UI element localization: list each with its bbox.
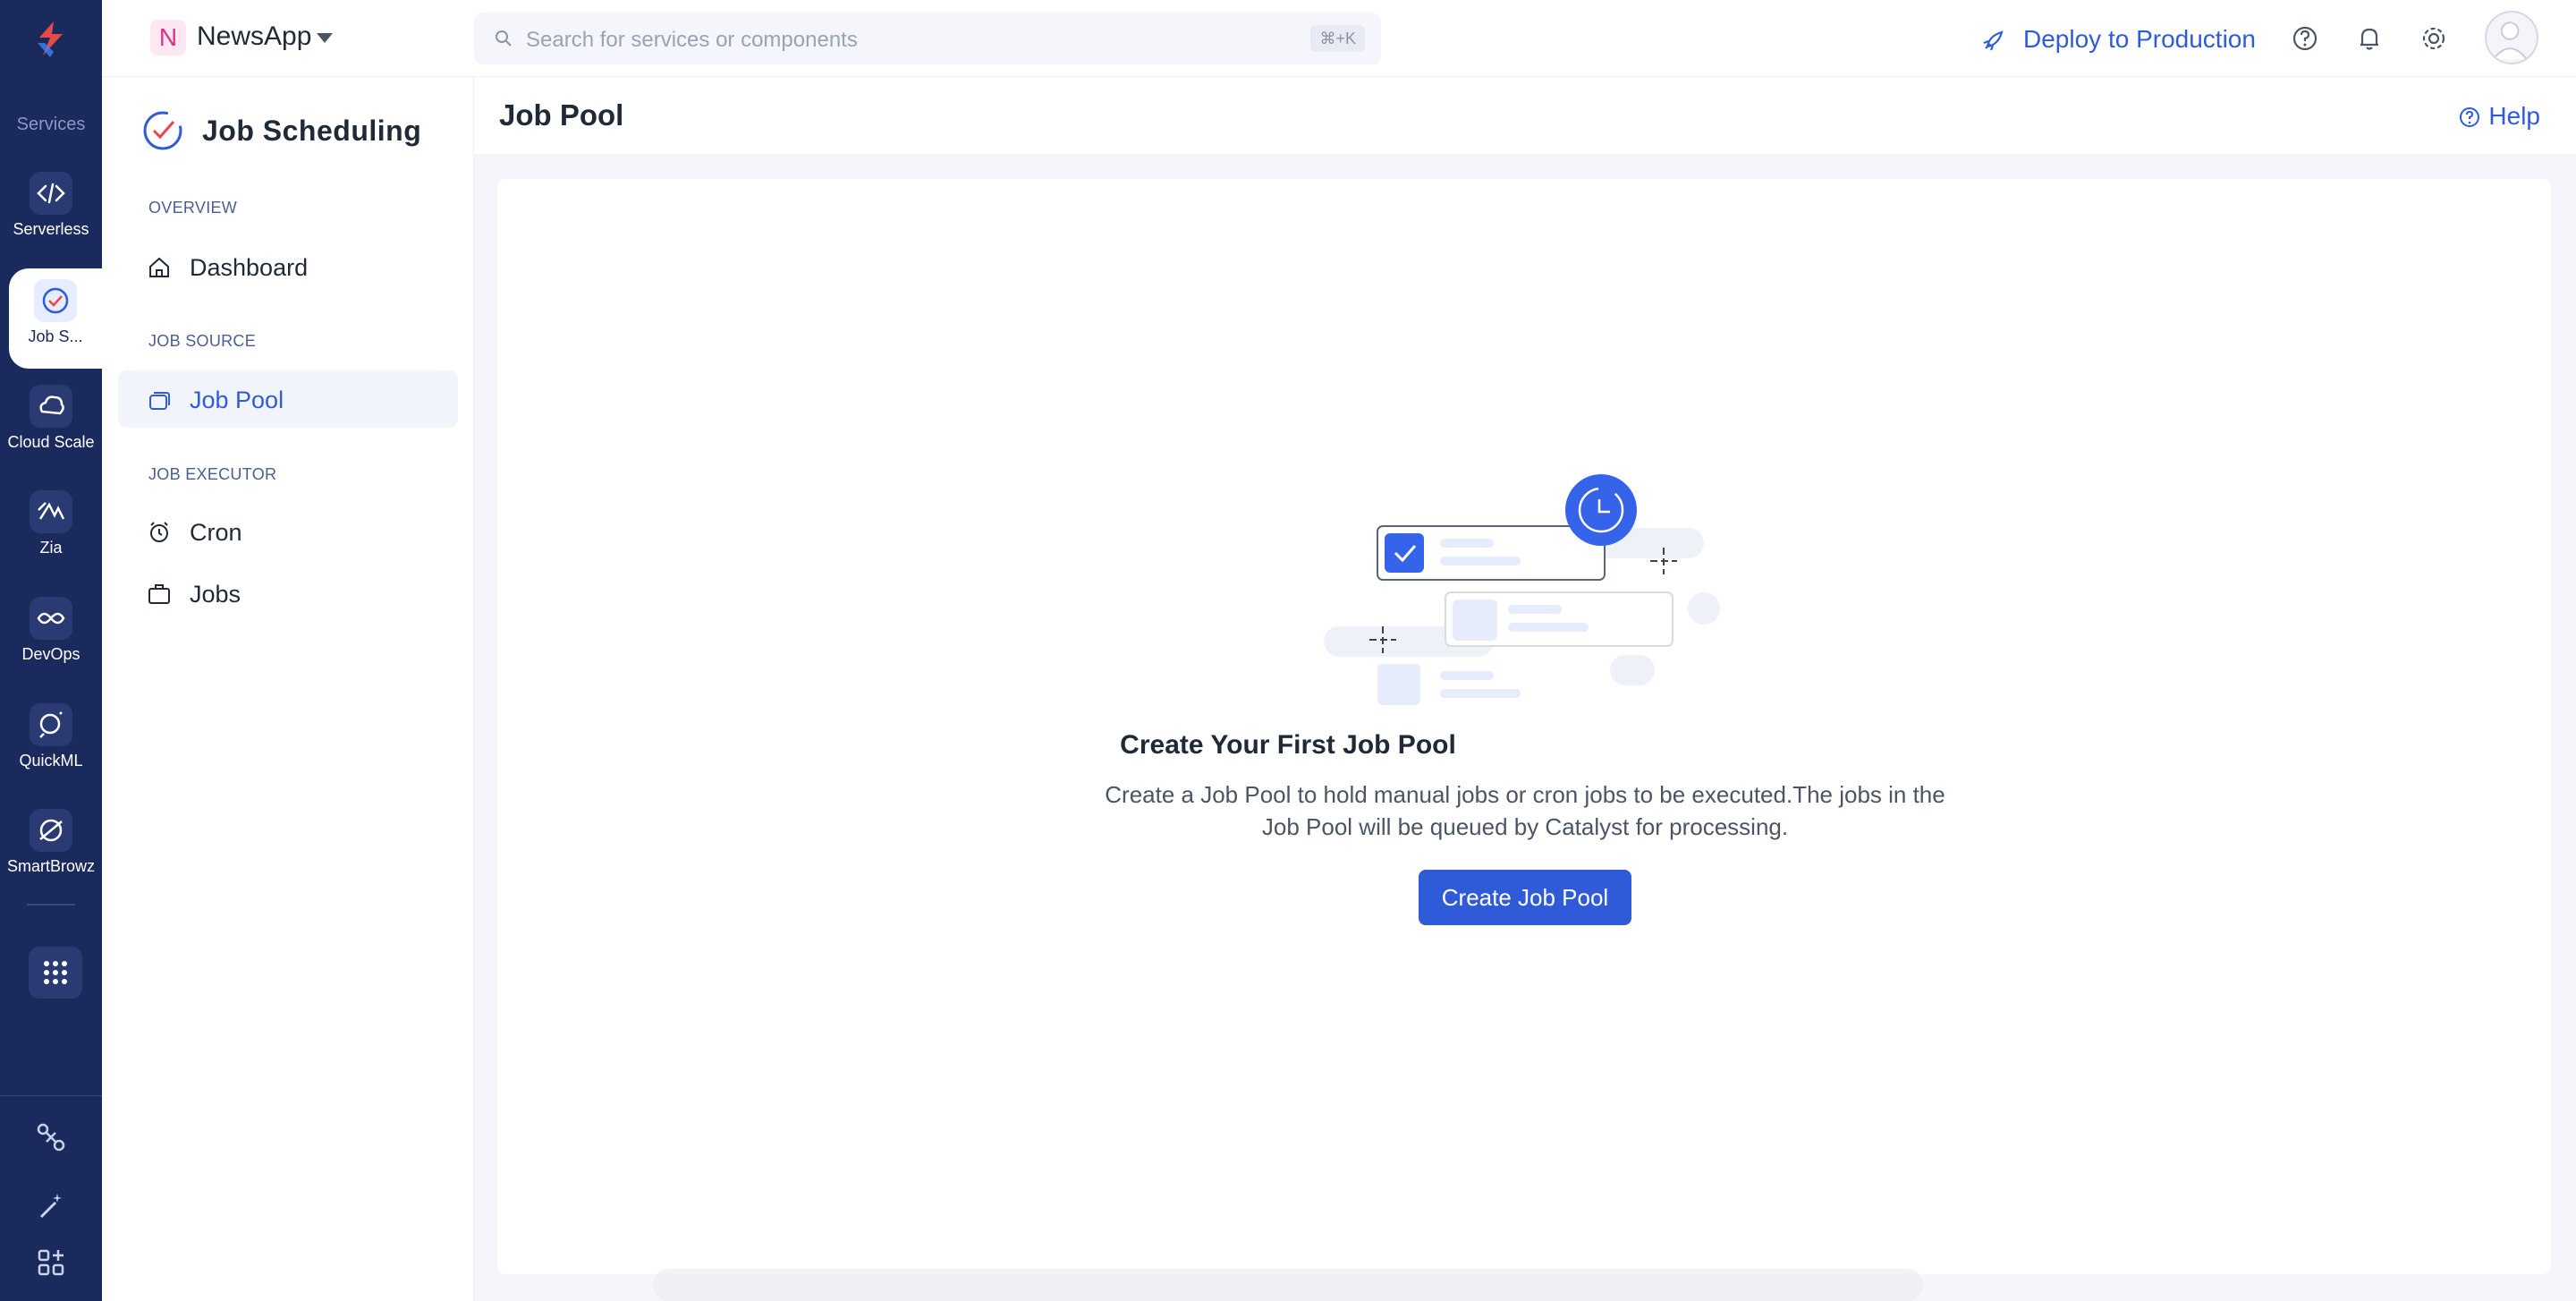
help-label: Help (2488, 102, 2540, 130)
rocket-icon (1983, 30, 2004, 51)
user-avatar-icon (2492, 21, 2528, 60)
section-label-overview: OVERVIEW (148, 199, 238, 217)
smartbrowz-icon (30, 809, 72, 852)
help-link[interactable]: Help (2460, 102, 2540, 131)
services-label: Services (16, 115, 86, 134)
rail-item-label: Zia (39, 539, 63, 557)
search-icon (496, 30, 512, 47)
section-label-job-executor: JOB EXECUTOR (148, 465, 277, 483)
job-scheduling-icon (143, 111, 182, 150)
job-scheduling-icon (34, 279, 77, 322)
integrations-icon[interactable] (34, 1120, 68, 1154)
cloud-scale-icon (30, 385, 72, 428)
sidebar-item-label: Job Pool (190, 387, 284, 413)
sidebar-item-label: Dashboard (190, 254, 309, 281)
avatar[interactable] (2485, 11, 2538, 64)
briefcase-icon (148, 584, 170, 604)
bottom-shadow (653, 1269, 1923, 1301)
catalyst-logo-icon[interactable] (27, 16, 75, 64)
sidebar-item-label: Cron (190, 519, 242, 546)
rail-item-zia[interactable]: Zia (0, 480, 102, 580)
empty-state-card (497, 179, 2551, 1274)
empty-state-description-line: Job Pool will be queued by Catalyst for … (1261, 813, 1789, 840)
empty-state-description: Create a Job Pool to hold manual jobs or… (1073, 778, 1977, 843)
serverless-icon (30, 172, 72, 215)
rail-divider (27, 904, 75, 906)
all-services-button[interactable] (29, 947, 82, 999)
section-label-job-source: JOB SOURCE (148, 332, 257, 350)
rail-item-job-scheduling[interactable]: Job S... (9, 268, 102, 369)
devops-icon (30, 597, 72, 640)
job-pool-icon (149, 392, 170, 410)
page-header: Job Pool Help (474, 77, 2576, 154)
sidebar-item-cron[interactable]: Cron (118, 503, 458, 560)
project-name[interactable]: NewsApp (197, 21, 311, 52)
grid-icon (44, 961, 67, 984)
caret-down-icon[interactable] (317, 33, 333, 43)
gear-icon[interactable] (2419, 23, 2449, 54)
deploy-to-production-button[interactable]: Deploy to Production (1980, 21, 2256, 57)
bell-icon[interactable] (2354, 23, 2385, 54)
page-title: Job Pool (499, 98, 624, 132)
sidebar-item-dashboard[interactable]: Dashboard (118, 238, 458, 295)
sidebar-item-jobs[interactable]: Jobs (118, 565, 458, 622)
rail-item-smartbrowz[interactable]: SmartBrowz (0, 798, 102, 898)
search-bar[interactable]: Search for services or components ⌘+K (474, 13, 1381, 64)
service-title: Job Scheduling (202, 115, 422, 147)
help-circle-icon (2460, 107, 2480, 127)
empty-state-description-line: Create a Job Pool to hold manual jobs or… (1105, 781, 1945, 808)
empty-job-pool-illustration (1324, 474, 1720, 705)
sidebar-item-label: Jobs (190, 581, 242, 608)
project-badge[interactable]: N (150, 20, 186, 55)
rail-item-label: Serverless (13, 220, 89, 238)
add-widget-icon[interactable] (34, 1246, 68, 1280)
zia-icon (30, 490, 72, 533)
deploy-label: Deploy to Production (2023, 25, 2256, 53)
empty-state-title: Create Your First Job Pool (1120, 730, 1456, 760)
rail-bottom-divider (0, 1095, 102, 1096)
rail-item-label: Cloud Scale (7, 433, 95, 451)
home-icon (149, 257, 169, 277)
sidebar-item-job-pool[interactable]: Job Pool (118, 370, 458, 428)
rail-item-label: Job S... (28, 327, 83, 345)
search-input[interactable]: Search for services or components (526, 28, 858, 53)
rail-item-label: DevOps (21, 645, 80, 663)
top-bar: N NewsApp Search for services or compone… (102, 0, 2576, 77)
service-sidebar: Job Scheduling OVERVIEW Dashboard JOB SO… (102, 77, 474, 1301)
rail-item-serverless[interactable]: Serverless (0, 161, 102, 261)
help-circle-icon[interactable] (2290, 23, 2320, 54)
rail-item-devops[interactable]: DevOps (0, 586, 102, 686)
rail-item-label: SmartBrowz (6, 857, 95, 875)
alarm-clock-icon (150, 522, 168, 542)
rail-item-cloud-scale[interactable]: Cloud Scale (0, 374, 102, 474)
search-shortcut: ⌘+K (1310, 25, 1365, 52)
magic-wand-icon[interactable] (34, 1188, 68, 1222)
create-job-pool-button[interactable]: Create Job Pool (1419, 870, 1631, 925)
service-rail: Services Serverless Job S... Cloud Scale… (0, 0, 102, 1301)
